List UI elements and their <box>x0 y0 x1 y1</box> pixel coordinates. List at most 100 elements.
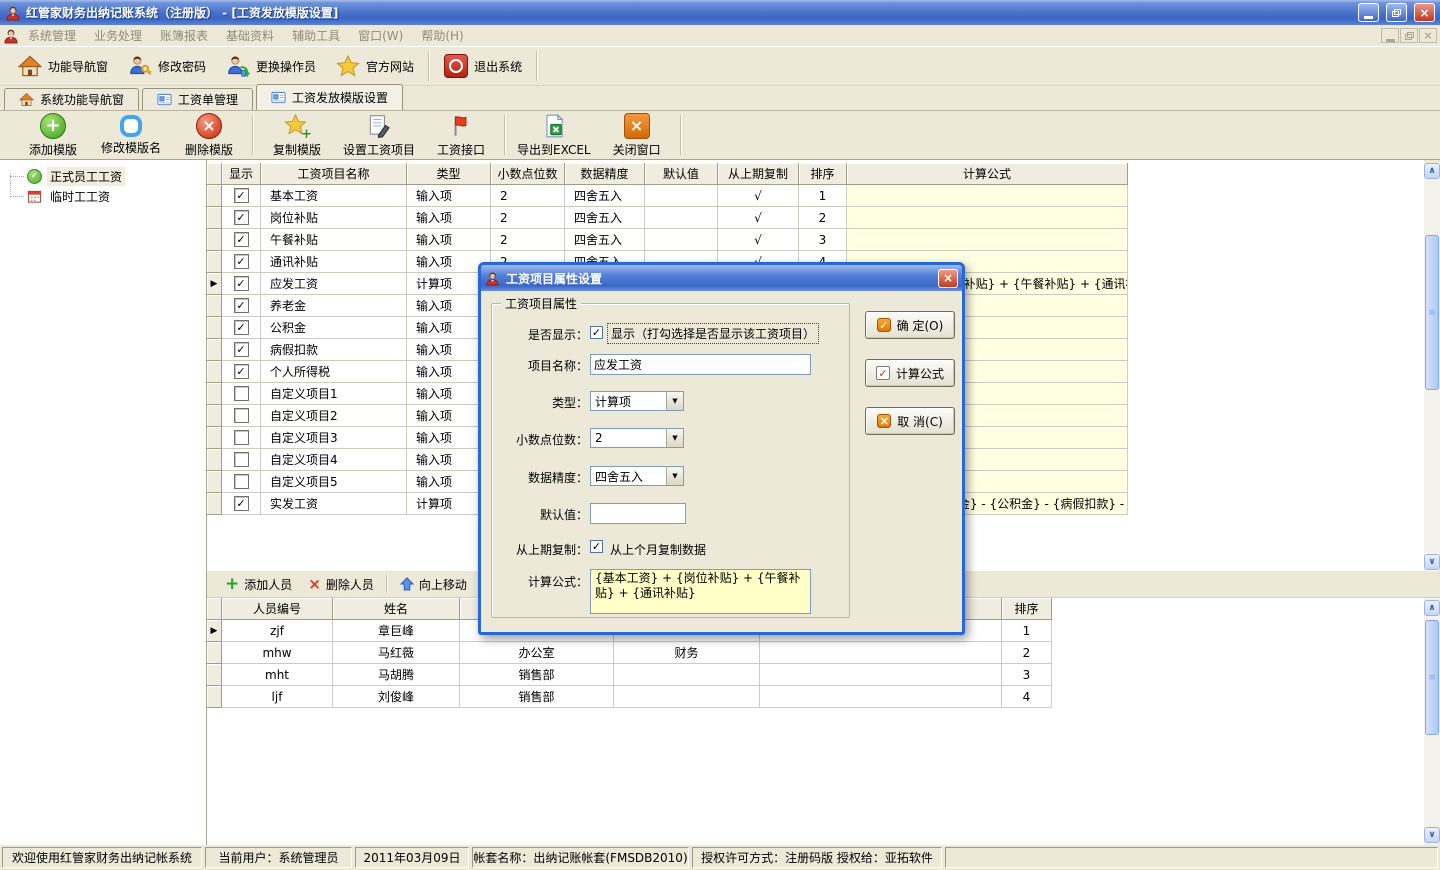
cancel-button[interactable]: ×取 消(C) <box>865 407 955 435</box>
menu-item-3[interactable]: 基础资料 <box>217 27 283 44</box>
display-checkbox-cell[interactable]: ✓ <box>222 273 261 295</box>
child-close-button[interactable]: × <box>1419 28 1437 43</box>
item-name-cell: 实发工资 <box>261 493 407 515</box>
checkbox-checked[interactable]: ✓ <box>234 342 249 357</box>
copy-template-button[interactable]: +复制模版 <box>258 112 336 158</box>
formula-textarea[interactable]: {基本工资} + {岗位补贴} + {午餐补贴} + {通讯补贴} <box>590 569 811 614</box>
delete-template-button[interactable]: ×删除模版 <box>170 112 248 158</box>
display-checkbox-cell[interactable]: ✓ <box>222 185 261 207</box>
chevron-down-icon[interactable]: ∨ <box>1424 827 1440 843</box>
exit-system-button[interactable]: 退出系统 <box>434 50 532 82</box>
type-dropdown[interactable]: 计算项 ▼ <box>590 391 684 411</box>
close-button[interactable]: × <box>1414 3 1435 22</box>
scrollbar-thumb[interactable]: ≡ <box>1425 620 1439 735</box>
staff-grid-scrollbar[interactable]: ∧ ≡ ∨ <box>1424 598 1440 845</box>
display-checkbox-cell[interactable]: ✓ <box>222 493 261 515</box>
display-checkbox-cell[interactable]: ✓ <box>222 207 261 229</box>
checkbox-checked[interactable]: ✓ <box>234 276 249 291</box>
menu-item-6[interactable]: 帮助(H) <box>412 27 472 44</box>
toolbar-separator <box>386 575 388 593</box>
checkbox-checked[interactable]: ✓ <box>234 232 249 247</box>
staff-row[interactable]: ljf刘俊峰销售部4 <box>207 686 1052 708</box>
child-restore-button[interactable] <box>1400 28 1418 43</box>
official-site-button[interactable]: 官方网站 <box>326 50 424 82</box>
menu-item-1[interactable]: 业务处理 <box>85 27 151 44</box>
checkbox[interactable] <box>234 430 249 445</box>
chevron-down-icon[interactable]: ▼ <box>666 467 683 485</box>
item-name-cell: 公积金 <box>261 317 407 339</box>
tree-item-temp-salary[interactable]: 临时工工资 <box>0 186 206 206</box>
change-password-button[interactable]: 修改密码 <box>118 50 216 82</box>
chevron-down-icon[interactable]: ▼ <box>666 429 683 447</box>
formula-button[interactable]: ✓计算公式 <box>865 359 955 387</box>
rename-template-button[interactable]: 修改模版名 <box>92 112 170 158</box>
menu-item-0[interactable]: 系统管理 <box>19 27 85 44</box>
display-checkbox-cell[interactable]: ✓ <box>222 295 261 317</box>
child-minimize-button[interactable] <box>1381 28 1399 43</box>
dialog-close-button[interactable]: × <box>938 269 958 288</box>
checkbox-checked[interactable]: ✓ <box>234 254 249 269</box>
display-checkbox-cell[interactable] <box>222 471 261 493</box>
checkbox-checked[interactable]: ✓ <box>234 364 249 379</box>
scrollbar-thumb[interactable]: ≡ <box>1425 235 1439 390</box>
default-value-input[interactable] <box>590 503 686 524</box>
checkbox[interactable] <box>234 452 249 467</box>
row-marker <box>207 185 222 207</box>
display-checkbox-cell[interactable] <box>222 405 261 427</box>
checkbox-checked[interactable]: ✓ <box>234 210 249 225</box>
chevron-up-icon[interactable]: ∧ <box>1424 600 1440 616</box>
move-up-button[interactable]: 向上移动 <box>392 573 475 595</box>
delete-person-button[interactable]: ×删除人员 <box>300 573 382 595</box>
checkbox[interactable] <box>234 386 249 401</box>
staff-row[interactable]: mht马胡腾销售部3 <box>207 664 1052 686</box>
item-name-input[interactable] <box>590 354 811 375</box>
salary-row[interactable]: ✓午餐补贴输入项2四舍五入√3 <box>207 229 1128 251</box>
confirm-button[interactable]: ✓确 定(O) <box>865 311 955 339</box>
checkbox[interactable] <box>234 408 249 423</box>
checkbox-checked[interactable]: ✓ <box>234 188 249 203</box>
checkbox-checked[interactable]: ✓ <box>234 320 249 335</box>
export-excel-button[interactable]: 导出到EXCEL <box>510 112 598 158</box>
chevron-down-icon[interactable]: ▼ <box>666 392 683 410</box>
salary-grid-scrollbar[interactable]: ∧ ≡ ∨ <box>1424 163 1440 570</box>
chevron-up-icon[interactable]: ∧ <box>1424 163 1440 179</box>
show-checkbox[interactable]: ✓ <box>590 326 603 339</box>
precision-dropdown[interactable]: 四舍五入 ▼ <box>590 466 684 486</box>
nav-window-button[interactable]: 功能导航窗 <box>8 50 118 82</box>
menu-item-2[interactable]: 账簿报表 <box>151 27 217 44</box>
menu-item-5[interactable]: 窗口(W) <box>349 27 412 44</box>
copy-prev-checkbox[interactable]: ✓ <box>590 540 603 553</box>
copy-checkbox-label[interactable]: 从上个月复制数据 <box>610 541 706 558</box>
tab-template-setup[interactable]: 工资发放模版设置 <box>256 84 403 110</box>
chevron-down-icon[interactable]: ∨ <box>1424 554 1440 570</box>
display-checkbox-cell[interactable]: ✓ <box>222 251 261 273</box>
restore-button[interactable] <box>1386 3 1407 22</box>
add-person-button[interactable]: +添加人员 <box>217 573 300 595</box>
display-checkbox-cell[interactable]: ✓ <box>222 339 261 361</box>
checkbox-checked[interactable]: ✓ <box>234 298 249 313</box>
switch-operator-button[interactable]: 更换操作员 <box>216 50 326 82</box>
menu-item-4[interactable]: 辅助工具 <box>283 27 349 44</box>
display-checkbox-cell[interactable]: ✓ <box>222 317 261 339</box>
tree-connector <box>10 196 24 197</box>
display-checkbox-cell[interactable]: ✓ <box>222 361 261 383</box>
minimize-button[interactable] <box>1358 3 1379 22</box>
tree-item-formal-salary[interactable]: ✓正式员工工资 <box>0 166 206 186</box>
display-checkbox-cell[interactable] <box>222 383 261 405</box>
staff-row[interactable]: mhw马红薇办公室财务2 <box>207 642 1052 664</box>
add-template-button[interactable]: +添加模版 <box>14 112 92 158</box>
salary-interface-button[interactable]: 工资接口 <box>422 112 500 158</box>
salary-row[interactable]: ✓岗位补贴输入项2四舍五入√2 <box>207 207 1128 229</box>
checkbox[interactable] <box>234 474 249 489</box>
show-checkbox-label[interactable]: 显示（打勾选择是否显示该工资项目） <box>607 323 819 344</box>
display-checkbox-cell[interactable] <box>222 427 261 449</box>
tab-salary-sheet[interactable]: 工资单管理 <box>142 88 253 110</box>
set-salary-items-button[interactable]: 设置工资项目 <box>336 112 422 158</box>
salary-row[interactable]: ✓基本工资输入项2四舍五入√1 <box>207 185 1128 207</box>
display-checkbox-cell[interactable]: ✓ <box>222 229 261 251</box>
checkbox-checked[interactable]: ✓ <box>234 496 249 511</box>
decimals-dropdown[interactable]: 2 ▼ <box>590 428 684 448</box>
tab-system-nav[interactable]: 系统功能导航窗 <box>4 88 139 110</box>
display-checkbox-cell[interactable] <box>222 449 261 471</box>
close-window-button[interactable]: ×关闭窗口 <box>598 112 676 158</box>
